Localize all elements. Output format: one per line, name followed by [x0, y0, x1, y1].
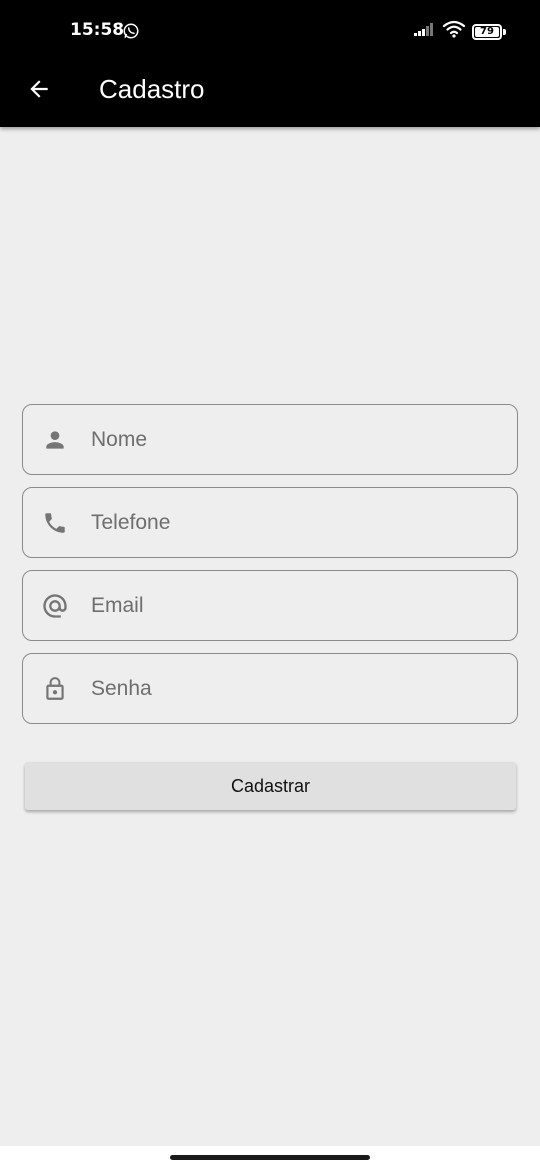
- battery-level: 79: [480, 26, 494, 37]
- whatsapp-icon: [122, 22, 140, 40]
- navigation-bar: [0, 1146, 540, 1170]
- home-indicator[interactable]: [170, 1155, 370, 1160]
- person-icon: [41, 426, 69, 454]
- arrow-back-icon: [26, 76, 52, 107]
- email-field[interactable]: [22, 570, 518, 641]
- signal-icon: [414, 22, 436, 41]
- page-title: Cadastro: [99, 74, 205, 104]
- name-input[interactable]: [89, 426, 469, 453]
- password-field[interactable]: [22, 653, 518, 724]
- app-bar: Cadastro: [0, 60, 540, 127]
- battery-icon: 79: [472, 23, 502, 40]
- battery-nub: [503, 28, 506, 35]
- register-button[interactable]: Cadastrar: [25, 762, 516, 810]
- wifi-icon: [442, 20, 466, 43]
- at-sign-icon: [41, 592, 69, 620]
- status-time: 15:58: [70, 20, 125, 40]
- phone-icon: [41, 509, 69, 537]
- phone-input[interactable]: [89, 509, 469, 536]
- email-input[interactable]: [89, 592, 469, 619]
- signup-form: [22, 404, 518, 736]
- lock-icon: [41, 675, 69, 703]
- phone-field[interactable]: [22, 487, 518, 558]
- password-input[interactable]: [89, 675, 469, 702]
- name-field[interactable]: [22, 404, 518, 475]
- back-button[interactable]: [22, 74, 56, 108]
- status-icons: 79: [414, 20, 506, 43]
- status-bar: 15:58 79: [0, 0, 540, 60]
